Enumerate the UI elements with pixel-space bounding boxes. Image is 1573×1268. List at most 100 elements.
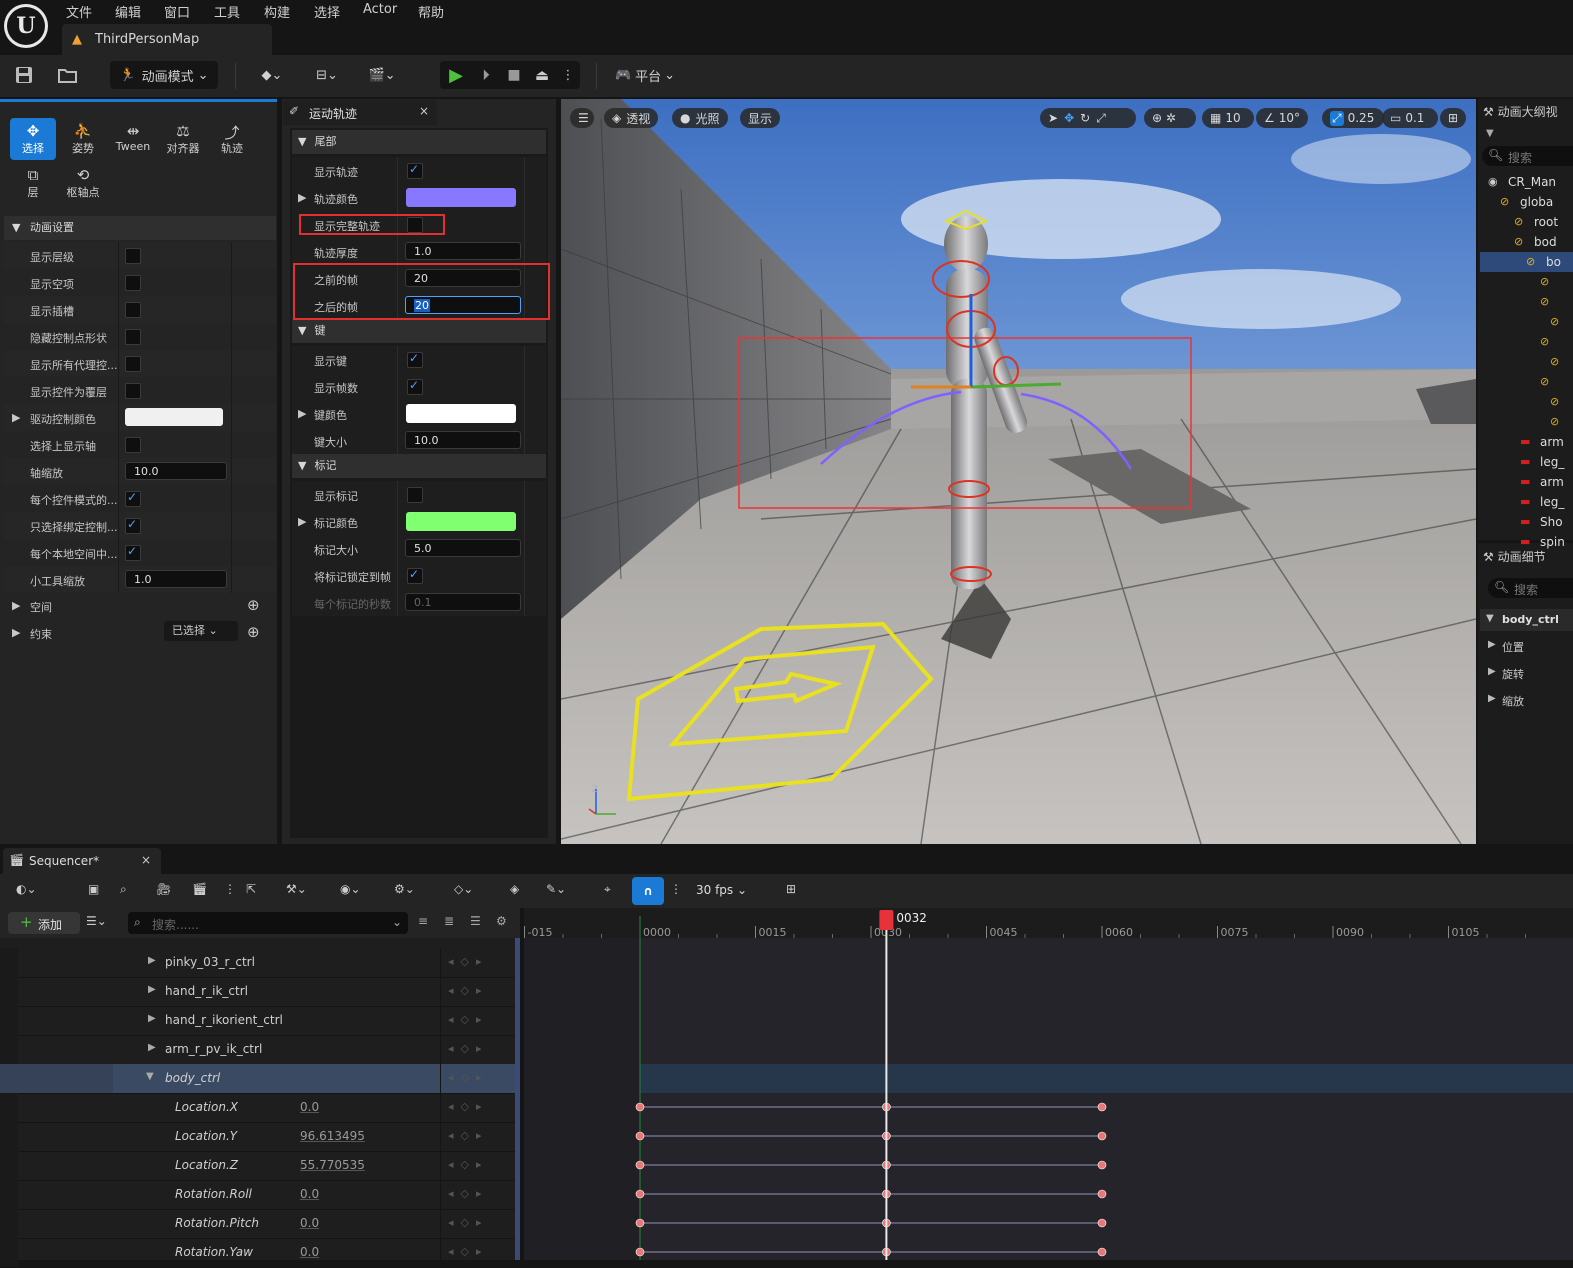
setting-number-input[interactable]: 10.0: [125, 462, 227, 480]
expand-icon[interactable]: ▶: [148, 984, 156, 995]
select-tool-icon[interactable]: ➤: [1048, 111, 1058, 125]
marker-icon[interactable]: ⌖: [604, 882, 611, 897]
outliner-item[interactable]: ⊘: [1480, 292, 1573, 312]
setting-checkbox[interactable]: [125, 248, 141, 264]
menu-build[interactable]: 构建: [264, 2, 290, 21]
outliner-item[interactable]: ⊘ globa: [1480, 192, 1573, 212]
outliner-item[interactable]: ▬ spin: [1480, 532, 1573, 552]
play-options-icon[interactable]: ⋮: [560, 61, 576, 89]
menu-help[interactable]: 帮助: [418, 2, 444, 21]
perspective-button[interactable]: ◈ 透视: [604, 108, 659, 128]
platform-dropdown[interactable]: 🎮 平台 ⌄: [610, 61, 680, 89]
mode-trail-mode-button[interactable]: ⤴ 轨迹: [209, 118, 255, 160]
trail-number-input[interactable]: 5.0: [405, 539, 521, 557]
color-swatch[interactable]: [406, 404, 516, 423]
mode-pose-mode-button[interactable]: ⛹ 姿势: [60, 118, 106, 160]
expand-icon[interactable]: ▶: [298, 515, 306, 528]
key-nav-icons[interactable]: ◂◇▸: [448, 1013, 489, 1026]
expand-icon[interactable]: ▶: [148, 955, 156, 966]
trail-checkbox[interactable]: [407, 487, 423, 503]
close-icon[interactable]: ×: [141, 853, 151, 867]
move-tool-icon[interactable]: ✥: [1064, 111, 1074, 125]
setting-checkbox[interactable]: [125, 517, 141, 534]
setting-checkbox[interactable]: [125, 329, 141, 345]
setting-checkbox[interactable]: [125, 275, 141, 291]
trail-number-input[interactable]: 0.1: [405, 593, 521, 611]
save-sequence-icon[interactable]: ▣: [88, 882, 99, 896]
trail-checkbox[interactable]: [407, 351, 423, 368]
track-search-input[interactable]: ⌕ 搜索...... ⌄: [128, 912, 408, 934]
clapboard-icon[interactable]: 🎬︎: [192, 882, 207, 896]
camera-speed-button[interactable]: ▭ 0.1: [1382, 108, 1438, 128]
color-swatch[interactable]: [406, 188, 516, 207]
cursor-icon[interactable]: ⇱: [246, 882, 256, 896]
settings-icon[interactable]: ⚙: [496, 914, 507, 928]
trail-section-header[interactable]: ▼ 尾部: [292, 130, 546, 154]
expand-icon[interactable]: ▶: [148, 1042, 156, 1053]
trail-checkbox[interactable]: [407, 378, 423, 395]
rotate-tool-icon[interactable]: ↻: [1080, 111, 1090, 125]
mode-dropdown[interactable]: 🏃 动画模式 ⌄: [110, 61, 218, 89]
track-value[interactable]: 0.0: [300, 1100, 319, 1114]
trail-section-header[interactable]: ▼ 标记: [292, 454, 546, 478]
outliner-item[interactable]: ▬ leg_: [1480, 492, 1573, 512]
outliner-item[interactable]: ⊘: [1480, 332, 1573, 352]
stop-icon[interactable]: ■: [502, 61, 526, 89]
key-nav-icons[interactable]: ◂◇▸: [448, 1187, 489, 1200]
track-row[interactable]: Rotation.Pitch 0.0 ◂◇▸: [0, 1209, 520, 1239]
pen-icon[interactable]: ✎⌄: [546, 882, 566, 896]
space-row[interactable]: ▶ 空间 ⊕: [4, 592, 276, 619]
more-icon[interactable]: ⋮: [670, 882, 682, 896]
details-group-row[interactable]: ▶ 位置: [1480, 634, 1573, 659]
scale-tool-icon[interactable]: ⤢: [1096, 111, 1106, 126]
key-nav-icons[interactable]: ◂◇▸: [448, 1100, 489, 1113]
key-nav-icons[interactable]: ◂◇▸: [448, 1245, 489, 1258]
outliner-filter-icon[interactable]: ▼: [1486, 128, 1494, 139]
key-nav-icons[interactable]: ◂◇▸: [448, 984, 489, 997]
track-row[interactable]: ▶ pinky_03_r_ctrl ◂◇▸: [0, 948, 520, 978]
rot-snap-button[interactable]: ∠ 10°: [1256, 108, 1308, 128]
track-row[interactable]: ▶ hand_r_ikorient_ctrl ◂◇▸: [0, 1006, 520, 1036]
eject-icon[interactable]: ⏏: [530, 61, 554, 89]
outliner-item[interactable]: ▬ arm: [1480, 472, 1573, 492]
track-row[interactable]: Rotation.Yaw 0.0 ◂◇▸: [0, 1238, 520, 1268]
outliner-item[interactable]: ⊘: [1480, 412, 1573, 432]
step-icon[interactable]: ⏵: [474, 61, 498, 89]
grid-snap-button[interactable]: ▦ 10: [1202, 108, 1254, 128]
content-browser-icon[interactable]: [54, 61, 82, 89]
collapse-all-icon[interactable]: ≡: [418, 914, 428, 928]
outliner-item[interactable]: ⊘ bod: [1480, 232, 1573, 252]
tools-icon[interactable]: ⚒⌄: [286, 882, 307, 896]
constraint-row[interactable]: ▶ 约束 已选择 ⌄ ⊕: [4, 619, 276, 646]
setting-checkbox[interactable]: [125, 383, 141, 399]
level-tab[interactable]: ▲ ThirdPersonMap: [62, 24, 272, 55]
play-icon[interactable]: ▶: [444, 61, 468, 89]
outliner-item[interactable]: ◉ CR_Man: [1480, 172, 1573, 192]
outliner-item[interactable]: ▬ Sho: [1480, 512, 1573, 532]
menu-file[interactable]: 文件: [66, 2, 92, 21]
expand-icon[interactable]: ▶: [298, 407, 306, 420]
fps-dropdown[interactable]: 30 fps ⌄: [696, 883, 747, 897]
add-actor-icon[interactable]: ◆⌄: [253, 61, 291, 89]
setting-checkbox[interactable]: [125, 437, 141, 453]
mode-aligner-mode-button[interactable]: ⚖ 对齐器: [160, 118, 206, 160]
setting-checkbox[interactable]: [125, 356, 141, 372]
show-button[interactable]: 显示: [740, 108, 781, 128]
lit-button[interactable]: ● 光照: [672, 108, 728, 128]
render-movie-icon[interactable]: 🎥︎: [156, 882, 171, 896]
menu-select[interactable]: 选择: [314, 2, 340, 21]
key-nav-icons[interactable]: ◂◇▸: [448, 1129, 489, 1142]
details-search[interactable]: 🔍︎ 搜索: [1488, 578, 1573, 598]
setting-checkbox[interactable]: [125, 302, 141, 318]
timeline-area[interactable]: -015 0000 0015 0030 0045 0060 0075 0090 0105 0032: [524, 908, 1573, 1260]
track-value[interactable]: 0.0: [300, 1245, 319, 1259]
world-local-icon[interactable]: ⊕ ✲: [1144, 108, 1196, 128]
expand-icon[interactable]: ▶: [148, 1013, 156, 1024]
setting-number-input[interactable]: 1.0: [125, 570, 227, 588]
more-icon[interactable]: ⋮: [224, 882, 236, 896]
track-row[interactable]: ▶ hand_r_ik_ctrl ◂◇▸: [0, 977, 520, 1007]
outliner-item[interactable]: ⊘ bo: [1480, 252, 1573, 272]
details-group-row[interactable]: ▶ 缩放: [1480, 688, 1573, 713]
outliner-item[interactable]: ⊘: [1480, 372, 1573, 392]
add-space-icon[interactable]: ⊕: [247, 596, 260, 614]
